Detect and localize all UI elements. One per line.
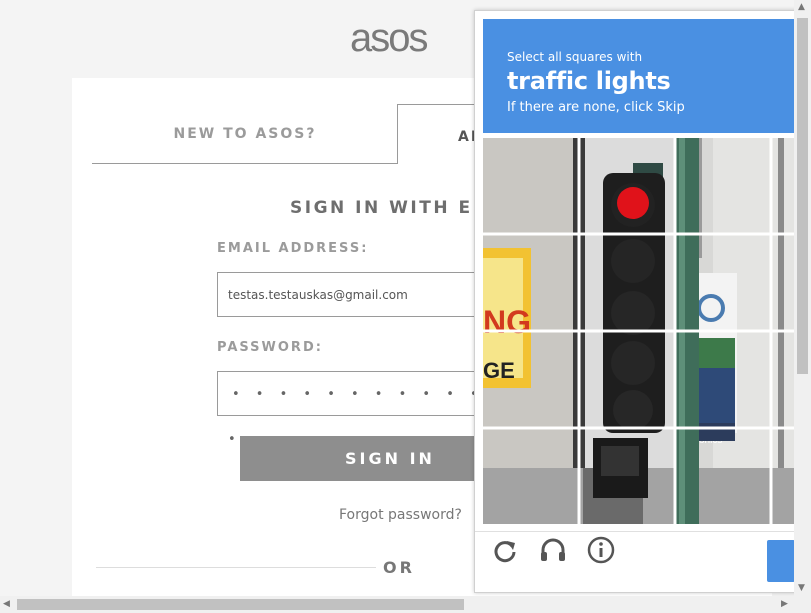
captcha-image-grid: NG GE onics <box>483 138 795 524</box>
captcha-footer <box>475 531 804 594</box>
reload-icon[interactable] <box>490 535 520 565</box>
scroll-right-icon[interactable]: ▶ <box>781 599 788 609</box>
scroll-down-icon[interactable]: ▼ <box>798 583 805 593</box>
password-label: PASSWORD: <box>217 340 323 355</box>
captcha-tile[interactable] <box>483 331 579 427</box>
audio-icon[interactable] <box>538 535 568 565</box>
email-field[interactable]: testas.testauskas@gmail.com <box>217 272 517 317</box>
browser-viewport: asos NEW TO ASOS? AL SIGN IN WITH EMA EM… <box>0 0 811 613</box>
captcha-tile[interactable] <box>579 138 675 234</box>
captcha-tile[interactable] <box>675 138 771 234</box>
captcha-target: traffic lights <box>507 67 671 95</box>
captcha-tile[interactable] <box>483 234 579 330</box>
captcha-tile[interactable] <box>675 428 771 524</box>
captcha-tile[interactable] <box>483 428 579 524</box>
forgot-password-link[interactable]: Forgot password? <box>339 507 462 523</box>
captcha-tile[interactable] <box>579 234 675 330</box>
captcha-tile[interactable] <box>579 331 675 427</box>
info-icon[interactable] <box>586 535 616 565</box>
password-field[interactable]: • • • • • • • • • • • • • • • • • • • <box>217 371 517 447</box>
horizontal-scrollbar-thumb[interactable] <box>17 599 464 610</box>
scroll-left-icon[interactable]: ◀ <box>3 599 10 609</box>
or-label: OR <box>383 558 415 577</box>
captcha-skip-hint: If there are none, click Skip <box>507 100 685 115</box>
scroll-up-icon[interactable]: ▲ <box>798 2 805 12</box>
captcha-instruction: Select all squares with <box>507 50 643 64</box>
vertical-scrollbar-thumb[interactable] <box>797 18 808 374</box>
verify-button[interactable] <box>767 540 795 582</box>
or-divider <box>96 567 376 568</box>
captcha-tile[interactable] <box>675 234 771 330</box>
recaptcha-challenge: Select all squares with traffic lights I… <box>474 10 804 594</box>
tab-new-to-asos[interactable]: NEW TO ASOS? <box>92 104 398 164</box>
captcha-tile[interactable] <box>483 138 579 234</box>
captcha-header: Select all squares with traffic lights I… <box>483 19 795 133</box>
captcha-tile[interactable] <box>675 331 771 427</box>
email-label: EMAIL ADDRESS: <box>217 241 369 256</box>
asos-logo[interactable]: asos <box>350 16 450 60</box>
captcha-tile[interactable] <box>579 428 675 524</box>
